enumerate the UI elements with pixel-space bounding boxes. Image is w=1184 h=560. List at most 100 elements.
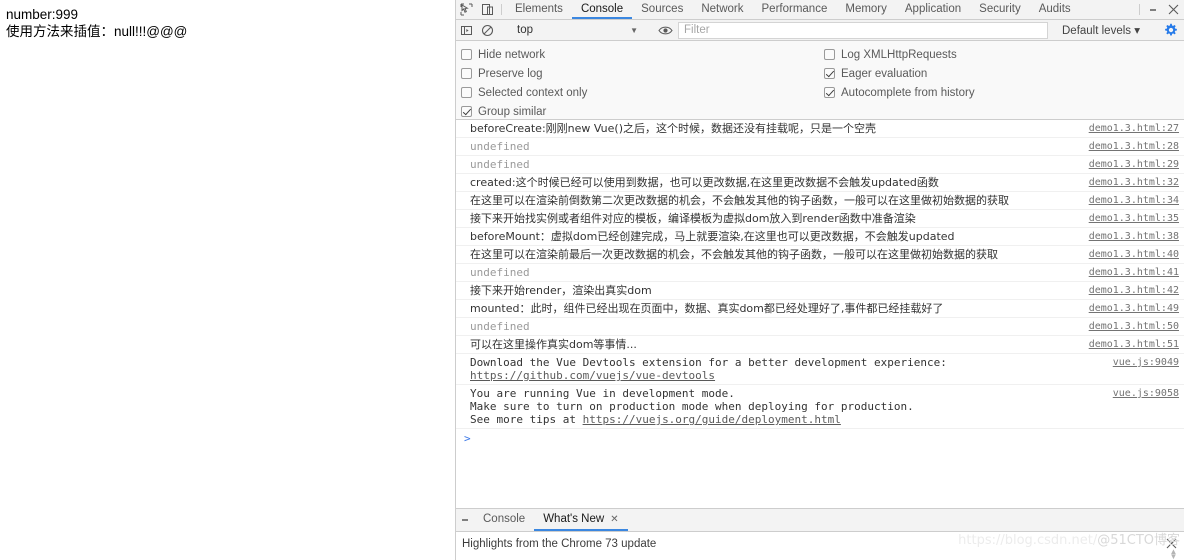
console-filterbar: top ▼ Default levels ▾ xyxy=(456,20,1184,41)
console-message-source-link[interactable]: demo1.3.html:32 xyxy=(1089,176,1179,189)
console-message[interactable]: beforeCreate:刚刚new Vue()之后，这个时候，数据还没有挂载呢… xyxy=(456,120,1184,138)
live-expression-eye-icon[interactable] xyxy=(652,25,678,36)
console-message-source-link[interactable]: demo1.3.html:29 xyxy=(1089,158,1179,171)
close-tab-icon[interactable]: ✕ xyxy=(610,514,618,525)
tab-security[interactable]: Security xyxy=(970,0,1030,19)
setting-label: Eager evaluation xyxy=(841,67,928,80)
console-message[interactable]: 在这里可以在渲染前倒数第二次更改数据的机会，不会触发其他的钩子函数，一般可以在这… xyxy=(456,192,1184,210)
settings-gear-icon[interactable] xyxy=(1158,23,1184,37)
console-message-list[interactable]: beforeCreate:刚刚new Vue()之后，这个时候，数据还没有挂载呢… xyxy=(456,120,1184,508)
tab-memory[interactable]: Memory xyxy=(836,0,896,19)
console-message-source-link[interactable]: demo1.3.html:27 xyxy=(1089,122,1179,135)
tab-elements[interactable]: Elements xyxy=(506,0,572,19)
page-line-interpolation: 使用方法来插值：null!!!@@@ xyxy=(6,24,188,39)
console-message-source-link[interactable]: demo1.3.html:49 xyxy=(1089,302,1179,315)
setting-hide-network[interactable]: Hide network xyxy=(461,45,587,64)
tab-application[interactable]: Application xyxy=(896,0,970,19)
drawer-tab-console[interactable]: Console xyxy=(474,509,534,531)
log-levels-dropdown[interactable]: Default levels ▾ xyxy=(1062,23,1140,37)
tab-audits[interactable]: Audits xyxy=(1030,0,1080,19)
page-line-number: number:999 xyxy=(6,7,79,22)
checkbox-checked-icon[interactable] xyxy=(461,106,472,117)
devtools-panel: Elements Console Sources Network Perform… xyxy=(455,0,1184,560)
console-message-source-link[interactable]: demo1.3.html:51 xyxy=(1089,338,1179,351)
console-message-source-link[interactable]: demo1.3.html:42 xyxy=(1089,284,1179,297)
console-message-text: created:这个时候已经可以使用到数据，也可以更改数据,在这里更改数据不会触… xyxy=(470,176,939,189)
console-message-source-link[interactable]: vue.js:9058 xyxy=(1113,387,1179,400)
console-message-vue-dev-mode-notice[interactable]: You are running Vue in development mode.… xyxy=(456,385,1184,429)
console-message[interactable]: 接下来开始找实例或者组件对应的模板，编译模板为虚拟dom放入到render函数中… xyxy=(456,210,1184,228)
device-toolbar-icon[interactable] xyxy=(477,0,498,19)
checkbox-unchecked-icon[interactable] xyxy=(461,87,472,98)
drawer-tab-whats-new[interactable]: What's New ✕ xyxy=(534,509,628,531)
devtools-tab-list: Elements Console Sources Network Perform… xyxy=(506,0,1080,19)
console-message-text: 接下来开始找实例或者组件对应的模板，编译模板为虚拟dom放入到render函数中… xyxy=(470,212,916,225)
console-message-source-link[interactable]: demo1.3.html:41 xyxy=(1089,266,1179,279)
console-message[interactable]: mounted：此时，组件已经出现在页面中，数据、真实dom都已经处理好了,事件… xyxy=(456,300,1184,318)
devtools-drawer: Console What's New ✕ Highlights from the… xyxy=(456,508,1184,560)
notice-line: Make sure to turn on production mode whe… xyxy=(470,400,914,413)
rendered-webpage: number:999 使用方法来插值：null!!!@@@ xyxy=(0,0,455,560)
console-message[interactable]: undefined demo1.3.html:41 xyxy=(456,264,1184,282)
console-message-source-link[interactable]: demo1.3.html:28 xyxy=(1089,140,1179,153)
setting-eager-evaluation[interactable]: Eager evaluation xyxy=(824,64,975,83)
console-message[interactable]: beforeMount：虚拟dom已经创建完成，马上就要渲染,在这里也可以更改数… xyxy=(456,228,1184,246)
console-message-vue-devtools-notice[interactable]: Download the Vue Devtools extension for … xyxy=(456,354,1184,385)
drawer-more-vertical-icon[interactable] xyxy=(456,509,474,531)
screenshot-root: number:999 使用方法来插值：null!!!@@@ Elements C… xyxy=(0,0,1184,560)
console-message-source-link[interactable]: demo1.3.html:40 xyxy=(1089,248,1179,261)
chevron-down-icon: ▼ xyxy=(630,25,638,35)
console-message-text: undefined xyxy=(470,158,530,171)
setting-label: Preserve log xyxy=(478,67,543,80)
console-message-source-link[interactable]: demo1.3.html:50 xyxy=(1089,320,1179,333)
console-message-text: 接下来开始render，渲染出真实dom xyxy=(470,284,652,297)
clear-console-icon[interactable] xyxy=(477,24,498,37)
console-message[interactable]: 接下来开始render，渲染出真实dom demo1.3.html:42 xyxy=(456,282,1184,300)
console-message-text: 在这里可以在渲染前倒数第二次更改数据的机会，不会触发其他的钩子函数，一般可以在这… xyxy=(470,194,1009,207)
console-prompt-row[interactable]: > xyxy=(456,429,1184,447)
tab-console[interactable]: Console xyxy=(571,0,633,19)
console-message-text: mounted：此时，组件已经出现在页面中，数据、真实dom都已经处理好了,事件… xyxy=(470,302,944,315)
notice-line-with-link: See more tips at https://vuejs.org/guide… xyxy=(470,413,1184,426)
checkbox-checked-icon[interactable] xyxy=(824,68,835,79)
console-message-text: undefined xyxy=(470,140,530,153)
console-filter-input[interactable] xyxy=(678,21,1048,39)
console-message-text: undefined xyxy=(470,320,530,333)
setting-preserve-log[interactable]: Preserve log xyxy=(461,64,587,83)
watermark-url: https://blog.csdn.net/ xyxy=(958,533,1098,548)
more-vertical-icon[interactable] xyxy=(1144,0,1162,19)
drawer-body: Highlights from the Chrome 73 update htt… xyxy=(456,532,1184,560)
console-message-source-link[interactable]: demo1.3.html:34 xyxy=(1089,194,1179,207)
console-message[interactable]: undefined demo1.3.html:50 xyxy=(456,318,1184,336)
console-settings-left-column: Hide network Preserve log Selected conte… xyxy=(461,45,587,121)
inspect-cursor-icon[interactable] xyxy=(456,0,477,19)
console-message-source-link[interactable]: demo1.3.html:35 xyxy=(1089,212,1179,225)
checkbox-unchecked-icon[interactable] xyxy=(824,49,835,60)
vue-devtools-link[interactable]: https://github.com/vuejs/vue-devtools xyxy=(470,369,1184,382)
execution-context-select[interactable]: top ▼ xyxy=(510,21,644,39)
drawer-tab-label: What's New xyxy=(543,513,605,525)
console-message-source-link[interactable]: vue.js:9049 xyxy=(1113,356,1179,369)
console-message-text: undefined xyxy=(470,266,530,279)
show-console-sidebar-icon[interactable] xyxy=(456,24,477,37)
setting-autocomplete-from-history[interactable]: Autocomplete from history xyxy=(824,83,975,102)
checkbox-checked-icon[interactable] xyxy=(824,87,835,98)
setting-label: Log XMLHttpRequests xyxy=(841,48,957,61)
setting-group-similar[interactable]: Group similar xyxy=(461,102,587,121)
tab-sources[interactable]: Sources xyxy=(632,0,692,19)
vue-deployment-guide-link[interactable]: https://vuejs.org/guide/deployment.html xyxy=(583,413,841,426)
checkbox-unchecked-icon[interactable] xyxy=(461,68,472,79)
console-message[interactable]: undefined demo1.3.html:29 xyxy=(456,156,1184,174)
resize-handle-icon[interactable]: ▲ ▼ xyxy=(1169,548,1178,560)
tab-performance[interactable]: Performance xyxy=(753,0,837,19)
setting-log-xmlhttprequests[interactable]: Log XMLHttpRequests xyxy=(824,45,975,64)
console-message[interactable]: 可以在这里操作真实dom等事情... demo1.3.html:51 xyxy=(456,336,1184,354)
tab-network[interactable]: Network xyxy=(692,0,752,19)
console-message[interactable]: undefined demo1.3.html:28 xyxy=(456,138,1184,156)
console-message[interactable]: 在这里可以在渲染前最后一次更改数据的机会，不会触发其他的钩子函数，一般可以在这里… xyxy=(456,246,1184,264)
console-message[interactable]: created:这个时候已经可以使用到数据，也可以更改数据,在这里更改数据不会触… xyxy=(456,174,1184,192)
close-icon[interactable] xyxy=(1162,0,1184,19)
setting-selected-context-only[interactable]: Selected context only xyxy=(461,83,587,102)
console-message-source-link[interactable]: demo1.3.html:38 xyxy=(1089,230,1179,243)
checkbox-unchecked-icon[interactable] xyxy=(461,49,472,60)
